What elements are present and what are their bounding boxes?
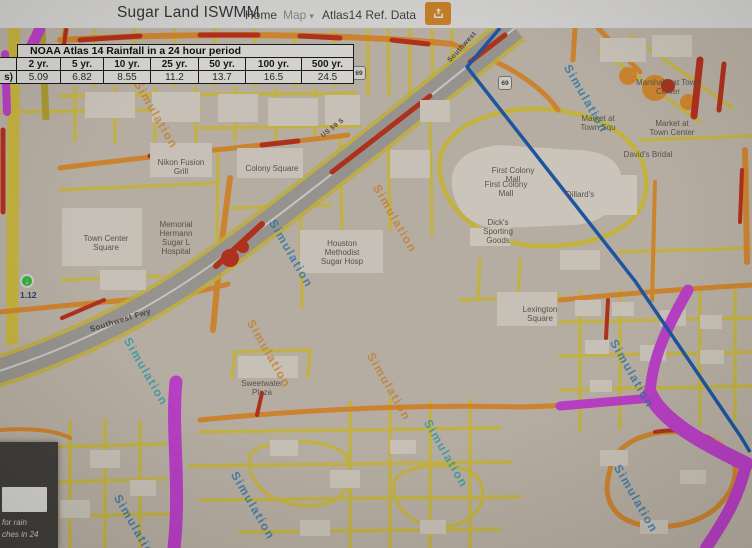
label-houston-methodist: HoustonMethodist Sugar Hosp	[321, 239, 363, 266]
header-cell: 500 yr.	[302, 57, 354, 71]
label-davids-bridal: David's Bridal	[624, 150, 673, 159]
nav-map-dropdown[interactable]: Map▾	[283, 8, 314, 22]
table-header-row: 2 yr. 5 yr. 10 yr. 25 yr. 50 yr. 100 yr.…	[0, 57, 354, 71]
marker-value: 1.12	[20, 290, 37, 300]
row-label-cell: s)	[0, 70, 17, 84]
highway-shield-69a: 69	[352, 66, 366, 80]
value-cell: 8.55	[104, 70, 151, 84]
label-dicks-sporting-goods: Dick'sSporting Goods	[483, 218, 513, 245]
label-first-colony-mall-2: First ColonyMall	[485, 180, 528, 198]
value-cell: 13.7	[199, 70, 246, 84]
value-cell: 24.5	[302, 70, 354, 84]
nav-map-label: Map	[283, 8, 306, 22]
label-memorial-hermann: MemorialHermann Sugar LHospital	[160, 220, 193, 256]
label-town-center-square: Town CenterSquare	[84, 234, 129, 252]
marker-down-arrow-icon: ↓	[20, 274, 34, 288]
rainfall-input-field-2[interactable]	[2, 499, 47, 512]
header-cell: 50 yr.	[199, 57, 246, 71]
app-window: Nikon FusionGrill Colony Square Town Cen…	[0, 0, 752, 548]
rainfall-input-popup: for rain ches in 24	[0, 442, 58, 548]
share-icon	[432, 7, 445, 20]
value-cell: 16.5	[246, 70, 302, 84]
noaa-rainfall-table: NOAA Atlas 14 Rainfall in a 24 hour peri…	[0, 44, 354, 84]
value-cell: 6.82	[61, 70, 104, 84]
popup-text-line-2: ches in 24	[2, 530, 38, 539]
label-colony-square: Colony Square	[246, 164, 299, 173]
table-value-row: s) 5.09 6.82 8.55 11.2 13.7 16.5 24.5	[0, 70, 354, 84]
table-title: NOAA Atlas 14 Rainfall in a 24 hour peri…	[17, 44, 354, 58]
highway-shield-69b: 69	[498, 76, 512, 90]
label-market-at-town-center: Market atTown Center	[650, 119, 695, 137]
header-cell: 25 yr.	[151, 57, 199, 71]
label-nikon-fusion-grill: Nikon FusionGrill	[158, 158, 205, 176]
label-marshalls-center: Marshalls at TownCenter	[636, 78, 700, 96]
app-title: Sugar Land ISWMM	[117, 4, 260, 22]
header-cell: 5 yr.	[61, 57, 104, 71]
nav-home[interactable]: Home	[245, 8, 277, 22]
value-cell: 11.2	[151, 70, 199, 84]
app-header: Sugar Land ISWMM Home Map▾ Atlas14 Ref. …	[0, 0, 752, 28]
nav-atlas14-ref-data[interactable]: Atlas14 Ref. Data	[322, 8, 416, 22]
popup-text-line-1: for rain	[2, 518, 27, 527]
header-cell: 100 yr.	[246, 57, 302, 71]
value-cell: 5.09	[17, 70, 61, 84]
share-button[interactable]	[425, 2, 451, 25]
header-cell-blank	[0, 57, 17, 71]
header-cell: 10 yr.	[104, 57, 151, 71]
rain-gauge-marker[interactable]: ↓ 1.12	[20, 274, 37, 300]
header-cell: 2 yr.	[17, 57, 61, 71]
chevron-down-icon: ▾	[309, 11, 314, 21]
label-lexington-square: LexingtonSquare	[523, 305, 558, 323]
label-dillards: Dillard's	[566, 190, 594, 199]
